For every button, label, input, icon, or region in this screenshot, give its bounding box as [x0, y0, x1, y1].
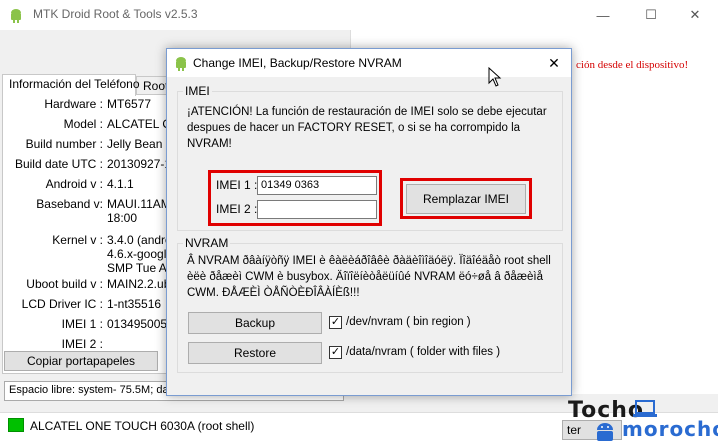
watermark-logo: Tocho morocho — [568, 398, 718, 445]
mouse-cursor-icon — [488, 67, 502, 87]
change-imei-dialog: Change IMEI, Backup/Restore NVRAM ✕ IMEI… — [166, 48, 572, 396]
backup-checkbox[interactable]: ✓ — [329, 316, 342, 329]
info-row-build-date: Build date UTC :20130927-1 — [14, 157, 168, 171]
info-row-baseband-cont: 18:00 — [107, 211, 138, 225]
copy-clipboard-button[interactable]: Copiar portapapeles — [4, 351, 158, 371]
info-row-imei1: IMEI 1 :0134950051 — [61, 317, 168, 331]
tab-phone-info[interactable]: Información del Teléfono — [2, 74, 140, 96]
info-row-android: Android v :4.1.1 — [45, 177, 134, 191]
restore-option-label: /data/nvram ( folder with files ) — [346, 346, 501, 358]
connection-status-indicator — [8, 418, 24, 432]
imei-fields-highlight — [208, 170, 382, 226]
info-row-lcd-driver: LCD Driver IC :1-nt35516 — [21, 297, 162, 311]
window-title: MTK Droid Root & Tools v2.5.3 — [33, 7, 198, 21]
watermark-line2: morocho — [622, 417, 718, 441]
info-row-model: Model : ALCATEL O — [63, 117, 168, 131]
restore-button[interactable]: Restore — [188, 342, 322, 364]
android-robot-icon — [597, 423, 613, 441]
backup-option-label: /dev/nvram ( bin region ) — [346, 316, 471, 328]
main-titlebar[interactable]: MTK Droid Root & Tools v2.5.3 — ☐ ✕ — [0, 0, 718, 30]
replace-imei-highlight — [400, 178, 532, 219]
nvram-description: Â NVRAM ðâàíÿòñÿ IMEI è êàëèáðîâêè ðàäèî… — [187, 255, 551, 299]
laptop-icon — [633, 400, 657, 417]
backup-button[interactable]: Backup — [188, 312, 322, 334]
log-line: ción desde el dispositivo! — [576, 59, 689, 71]
restore-checkbox[interactable]: ✓ — [329, 346, 342, 359]
dialog-titlebar[interactable]: Change IMEI, Backup/Restore NVRAM ✕ — [167, 49, 571, 77]
dialog-title: Change IMEI, Backup/Restore NVRAM — [193, 56, 402, 70]
imei-warning-text: ¡ATENCIÓN! La función de restauración de… — [187, 106, 547, 150]
info-row-uboot: Uboot build v : MAIN2.2.ubt — [26, 277, 168, 291]
imei-group-label: IMEI — [183, 84, 212, 98]
nvram-group-label: NVRAM — [183, 236, 231, 250]
info-row-kernel-cont-2: SMP Tue A — [107, 261, 167, 275]
close-button[interactable]: ✕ — [672, 0, 718, 30]
android-icon — [176, 57, 186, 71]
info-row-hardware: Hardware : MT6577 — [44, 97, 152, 111]
device-status-text: ALCATEL ONE TOUCH 6030A (root shell) — [30, 419, 255, 433]
android-icon — [11, 9, 21, 23]
minimize-button[interactable]: — — [580, 0, 626, 30]
phone-info-panel: Hardware : MT6577 Model : ALCATEL O Build … — [2, 94, 168, 374]
info-row-build-number: Build number : Jelly Bean — [25, 137, 163, 151]
maximize-button[interactable]: ☐ — [628, 0, 674, 30]
dialog-close-button[interactable]: ✕ — [537, 49, 571, 77]
